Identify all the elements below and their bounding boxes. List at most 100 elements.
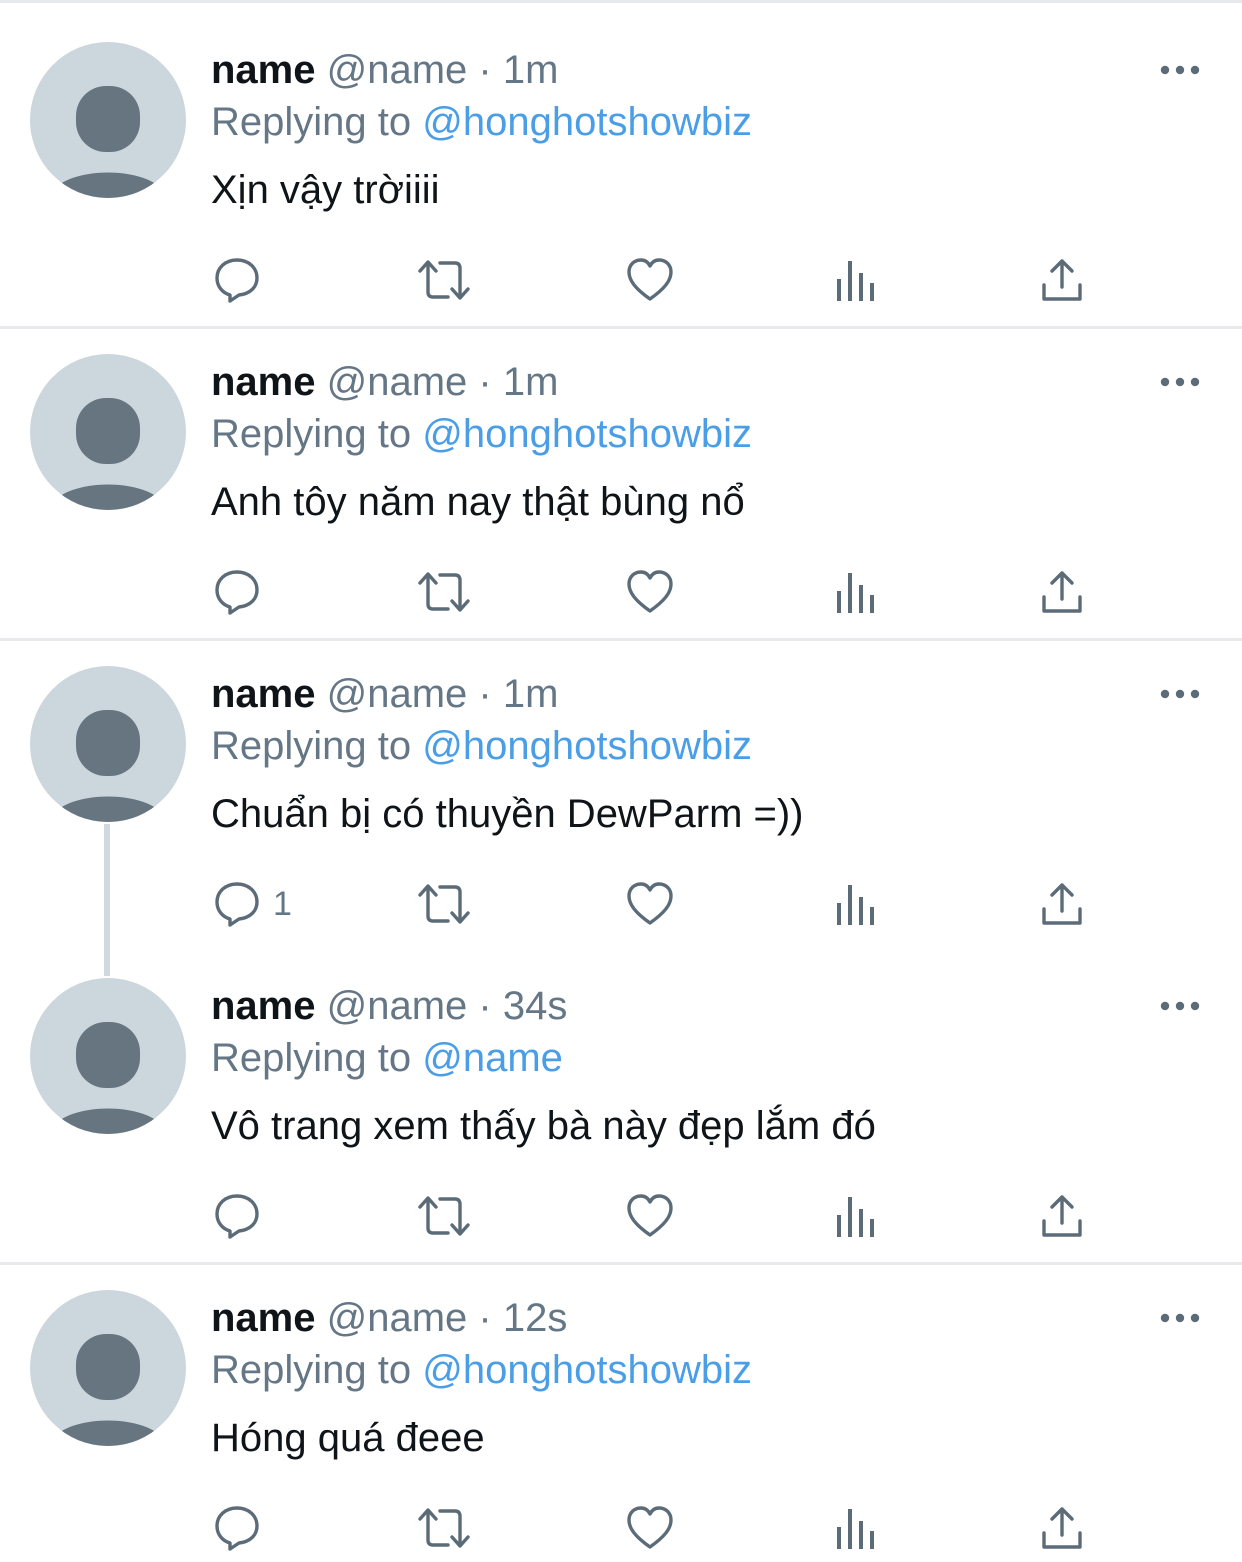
reply-button[interactable] bbox=[213, 1191, 273, 1241]
tweet[interactable]: name @name · 1m Replying to @honghotshow… bbox=[0, 0, 1242, 312]
more-horizontal-icon bbox=[1160, 377, 1200, 387]
reply-button[interactable] bbox=[213, 1503, 273, 1553]
retweet-icon bbox=[418, 572, 470, 612]
user-handle[interactable]: @name bbox=[327, 48, 468, 92]
views-button[interactable] bbox=[835, 1191, 877, 1241]
replying-to-label: Replying to bbox=[211, 412, 412, 456]
views-bar-chart-icon bbox=[837, 1509, 874, 1549]
avatar[interactable] bbox=[30, 1290, 186, 1446]
share-button[interactable] bbox=[1040, 879, 1084, 929]
tweet-text: Chuẩn bị có thuyền DewParm =)) bbox=[211, 792, 804, 836]
like-button[interactable] bbox=[626, 1191, 674, 1241]
tweet[interactable]: name @name · 12s Replying to @honghotsho… bbox=[0, 1248, 1242, 1560]
replying-to-mention[interactable]: @name bbox=[422, 1036, 563, 1080]
heart-icon bbox=[627, 570, 673, 613]
views-button[interactable] bbox=[835, 255, 877, 305]
more-options-button[interactable] bbox=[1156, 58, 1204, 82]
tweet[interactable]: name @name · 1m Replying to @honghotshow… bbox=[0, 312, 1242, 624]
heart-icon bbox=[627, 882, 673, 925]
tweet-header: name @name · 12s bbox=[211, 1294, 567, 1342]
replying-to-line: Replying to @honghotshowbiz bbox=[211, 722, 752, 770]
display-name[interactable]: name bbox=[211, 984, 316, 1028]
display-name[interactable]: name bbox=[211, 1296, 316, 1340]
more-options-button[interactable] bbox=[1156, 994, 1204, 1018]
more-options-button[interactable] bbox=[1156, 682, 1204, 706]
timestamp[interactable]: 1m bbox=[503, 48, 559, 92]
reply-feed: name @name · 1m Replying to @honghotshow… bbox=[0, 0, 1242, 1562]
timestamp[interactable]: 12s bbox=[503, 1296, 568, 1340]
display-name[interactable]: name bbox=[211, 360, 316, 404]
user-handle[interactable]: @name bbox=[327, 672, 468, 716]
retweet-button[interactable] bbox=[416, 1191, 472, 1241]
like-button[interactable] bbox=[626, 879, 674, 929]
separator-dot: · bbox=[478, 984, 492, 1028]
reply-bubble-icon bbox=[215, 882, 259, 927]
replying-to-mention[interactable]: @honghotshowbiz bbox=[422, 100, 752, 144]
reply-bubble-icon bbox=[215, 258, 259, 303]
default-avatar-icon bbox=[48, 398, 168, 510]
like-button[interactable] bbox=[626, 1503, 674, 1553]
retweet-icon bbox=[418, 1508, 470, 1548]
tweet-actions bbox=[0, 1503, 1242, 1553]
timestamp[interactable]: 34s bbox=[503, 984, 568, 1028]
views-bar-chart-icon bbox=[837, 261, 874, 301]
replying-to-mention[interactable]: @honghotshowbiz bbox=[422, 412, 752, 456]
retweet-button[interactable] bbox=[416, 567, 472, 617]
reply-button[interactable] bbox=[213, 567, 273, 617]
replying-to-mention[interactable]: @honghotshowbiz bbox=[422, 724, 752, 768]
share-button[interactable] bbox=[1040, 567, 1084, 617]
timestamp[interactable]: 1m bbox=[503, 360, 559, 404]
avatar[interactable] bbox=[30, 42, 186, 198]
display-name[interactable]: name bbox=[211, 48, 316, 92]
like-button[interactable] bbox=[626, 255, 674, 305]
reply-button[interactable] bbox=[213, 255, 273, 305]
tweet-text: Xịn vậy trờiiii bbox=[211, 168, 440, 212]
more-options-button[interactable] bbox=[1156, 1306, 1204, 1330]
share-upload-icon bbox=[1042, 1507, 1082, 1549]
share-upload-icon bbox=[1042, 259, 1082, 301]
user-handle[interactable]: @name bbox=[327, 1296, 468, 1340]
tweet-text: Vô trang xem thấy bà này đẹp lắm đó bbox=[211, 1104, 876, 1148]
replying-to-label: Replying to bbox=[211, 100, 412, 144]
replying-to-line: Replying to @honghotshowbiz bbox=[211, 98, 752, 146]
reply-button[interactable]: 1 bbox=[213, 879, 292, 929]
display-name[interactable]: name bbox=[211, 672, 316, 716]
separator-dot: · bbox=[478, 1296, 492, 1340]
default-avatar-icon bbox=[48, 710, 168, 822]
replying-to-mention[interactable]: @honghotshowbiz bbox=[422, 1348, 752, 1392]
like-button[interactable] bbox=[626, 567, 674, 617]
replying-to-line: Replying to @name bbox=[211, 1034, 563, 1082]
share-button[interactable] bbox=[1040, 1191, 1084, 1241]
views-bar-chart-icon bbox=[837, 1197, 874, 1237]
avatar[interactable] bbox=[30, 978, 186, 1134]
share-button[interactable] bbox=[1040, 1503, 1084, 1553]
avatar[interactable] bbox=[30, 666, 186, 822]
heart-icon bbox=[627, 1194, 673, 1237]
timestamp[interactable]: 1m bbox=[503, 672, 559, 716]
tweet-actions bbox=[0, 567, 1242, 617]
more-horizontal-icon bbox=[1160, 65, 1200, 75]
tweet[interactable]: name @name · 34s Replying to @name Vô tr… bbox=[0, 936, 1242, 1248]
replying-to-label: Replying to bbox=[211, 724, 412, 768]
retweet-button[interactable] bbox=[416, 255, 472, 305]
separator-dot: · bbox=[478, 48, 492, 92]
retweet-button[interactable] bbox=[416, 1503, 472, 1553]
user-handle[interactable]: @name bbox=[327, 360, 468, 404]
heart-icon bbox=[627, 258, 673, 301]
views-button[interactable] bbox=[835, 1503, 877, 1553]
reply-count: 1 bbox=[273, 884, 292, 923]
tweet[interactable]: name @name · 1m Replying to @honghotshow… bbox=[0, 624, 1242, 936]
retweet-icon bbox=[418, 1196, 470, 1236]
replying-to-line: Replying to @honghotshowbiz bbox=[211, 1346, 752, 1394]
more-horizontal-icon bbox=[1160, 689, 1200, 699]
retweet-button[interactable] bbox=[416, 879, 472, 929]
more-options-button[interactable] bbox=[1156, 370, 1204, 394]
share-button[interactable] bbox=[1040, 255, 1084, 305]
share-upload-icon bbox=[1042, 1195, 1082, 1237]
reply-bubble-icon bbox=[215, 570, 259, 615]
tweet-header: name @name · 1m bbox=[211, 46, 558, 94]
views-button[interactable] bbox=[835, 567, 877, 617]
user-handle[interactable]: @name bbox=[327, 984, 468, 1028]
views-button[interactable] bbox=[835, 879, 877, 929]
avatar[interactable] bbox=[30, 354, 186, 510]
